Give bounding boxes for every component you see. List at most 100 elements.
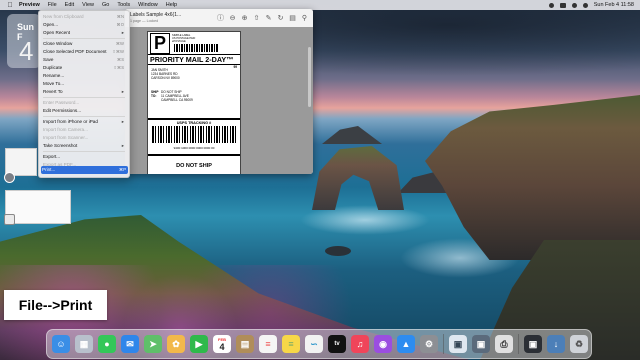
preview-window[interactable]: Labels Sample 4x6(1... 1 page — Locked ⓘ… [125, 9, 313, 174]
preview-document-title: Labels Sample 4x6(1... [130, 12, 182, 18]
rotate-icon[interactable]: ↻ [276, 13, 285, 22]
menu-item-close-window[interactable]: Close Window ⌘W [42, 40, 126, 47]
menu-item-import-camera[interactable]: Import from Camera... [42, 126, 126, 133]
menu-bar-clock[interactable]: Sun Feb 4 11:58 [594, 2, 634, 8]
search-icon[interactable]: ⚲ [300, 13, 309, 22]
maps-icon[interactable]: ➤ [144, 335, 162, 353]
wifi-icon[interactable] [571, 2, 577, 8]
trash-icon[interactable]: ♻ [570, 335, 588, 353]
zoom-out-icon[interactable]: ⊖ [228, 13, 237, 22]
menu-item-export[interactable]: Export... [42, 153, 126, 160]
music-icon[interactable]: ♫ [351, 335, 369, 353]
menu-item-duplicate[interactable]: Duplicate ⇧⌘S [42, 64, 126, 71]
menu-item-revert-to[interactable]: Revert To ▸ [42, 88, 126, 95]
printer-icon[interactable]: ⎙ [495, 335, 513, 353]
annotate-icon[interactable]: ▤ [288, 13, 297, 22]
label-date-code: 99 [233, 65, 237, 69]
system-settings-icon[interactable]: ⚙ [420, 335, 438, 353]
instruction-caption: File-->Print [4, 290, 107, 320]
menu-view[interactable]: View [82, 2, 94, 8]
app-store-icon[interactable]: ▲ [397, 335, 415, 353]
menu-item-label: Move To... [43, 81, 65, 86]
menu-item-open[interactable]: Open... ⌘O [42, 21, 126, 28]
wallpaper-cliff [425, 95, 640, 260]
menu-item-import-iphone-ipad[interactable]: Import from iPhone or iPad ▸ [42, 118, 126, 125]
menu-item-move-to[interactable]: Move To... [42, 80, 126, 87]
notes-icon[interactable]: ▤ [236, 335, 254, 353]
menu-item-label: Close Selected PDF Document [43, 49, 107, 54]
menu-item-enter-password[interactable]: Enter Password... [42, 99, 126, 106]
facetime-icon[interactable]: ▶ [190, 335, 208, 353]
zoom-in-icon[interactable]: ⊕ [240, 13, 249, 22]
menu-item-new-from-clipboard[interactable]: New from Clipboard ⌘N [42, 13, 126, 20]
menu-help[interactable]: Help [166, 2, 177, 8]
finder-icon[interactable]: ☺ [52, 335, 70, 353]
menu-item-label: Revert To [43, 89, 63, 94]
menu-item-close-selected-pdf[interactable]: Close Selected PDF Document ⇧⌘W [42, 48, 126, 55]
menu-window[interactable]: Window [138, 2, 158, 8]
tv-icon[interactable]: tv [328, 335, 346, 353]
preview-scrollbar[interactable] [308, 47, 311, 107]
menu-file[interactable]: File [48, 2, 57, 8]
menu-item-rename[interactable]: Rename... [42, 72, 126, 79]
control-center-icon[interactable] [548, 2, 554, 8]
menu-item-take-screenshot[interactable]: Take Screenshot ▸ [42, 142, 126, 149]
menu-go[interactable]: Go [102, 2, 109, 8]
screenshot-icon[interactable]: ▣ [472, 335, 490, 353]
wallpaper-rock [325, 246, 351, 256]
menu-app-name[interactable]: Preview [19, 2, 40, 8]
spotlight-icon[interactable] [582, 2, 588, 8]
menu-item-label: Open Recent [43, 30, 71, 35]
menu-item-import-scanner[interactable]: Import from Scanner... [42, 134, 126, 141]
menu-item-edit-permissions[interactable]: Edit Permissions... [42, 107, 126, 114]
menu-separator [43, 116, 125, 117]
chevron-right-icon: ▸ [121, 89, 124, 94]
menu-item-shortcut: ⌘W [115, 41, 124, 46]
apple-menu-icon[interactable]:  [6, 1, 14, 9]
chevron-right-icon: ▸ [121, 30, 124, 35]
battery-icon[interactable] [559, 2, 566, 8]
chevron-right-icon: ▸ [121, 143, 124, 148]
messages-icon[interactable]: ● [98, 335, 116, 353]
launchpad-icon[interactable]: ▦ [75, 335, 93, 353]
menu-item-print[interactable]: Print... ⌘P [41, 166, 128, 174]
podcasts-icon[interactable]: ◉ [374, 335, 392, 353]
freeform-icon[interactable]: ∽ [305, 335, 323, 353]
screen-mirror-icon[interactable]: ▣ [524, 335, 542, 353]
label-service-letter: P [150, 33, 170, 54]
preview-toolbar: Labels Sample 4x6(1... 1 page — Locked ⓘ… [125, 9, 313, 28]
label-service-name: PRIORITY MAIL 2-DAY™ [148, 54, 240, 65]
mail-icon[interactable]: ✉ [121, 335, 139, 353]
preview-document-subtitle: 1 page — Locked [130, 19, 159, 23]
menu-item-label: Close Window [43, 41, 73, 46]
reminders-icon[interactable]: ≡ [259, 335, 277, 353]
label-postage-line: ePOSTAGE [172, 40, 186, 43]
menu-item-label: Save [43, 57, 54, 62]
preview-document-area[interactable]: P SIMPLE LABEL US POSTAGE PAID ePOSTAGE … [125, 27, 313, 174]
info-icon[interactable]: ⓘ [216, 13, 225, 22]
tv-icon-label: tv [334, 341, 340, 347]
share-icon[interactable]: ⇧ [252, 13, 261, 22]
calendar-icon[interactable]: FEB 4 [213, 335, 231, 353]
menu-item-label: Take Screenshot [43, 143, 78, 148]
menu-item-shortcut: ⌘P [119, 167, 126, 172]
menu-bar:  Preview File Edit View Go Tools Window… [0, 0, 640, 10]
menu-item-label: Import from Camera... [43, 127, 88, 132]
label-tracking-number: 9400 1000 0000 0000 0000 00 [173, 146, 215, 150]
calendar-widget[interactable]: Sun F 4 [7, 14, 41, 68]
menu-item-shortcut: ⌘O [116, 22, 124, 27]
label-tracking-barcode [152, 126, 236, 143]
preview-icon[interactable]: ▣ [449, 335, 467, 353]
menu-tools[interactable]: Tools [117, 2, 130, 8]
markup-icon[interactable]: ✎ [264, 13, 273, 22]
calendar-icon-day: 4 [219, 341, 225, 352]
menu-edit[interactable]: Edit [65, 2, 74, 8]
menu-item-open-recent[interactable]: Open Recent ▸ [42, 29, 126, 36]
menu-item-label: Edit Permissions... [43, 108, 82, 113]
dock-separator [443, 334, 444, 354]
photos-icon[interactable]: ✿ [167, 335, 185, 353]
notes2-icon[interactable]: ≡ [282, 335, 300, 353]
menu-item-save[interactable]: Save ⌘S [42, 56, 126, 63]
downloads-icon[interactable]: ↓ [547, 335, 565, 353]
label-footer: DO NOT SHIP [148, 154, 240, 169]
